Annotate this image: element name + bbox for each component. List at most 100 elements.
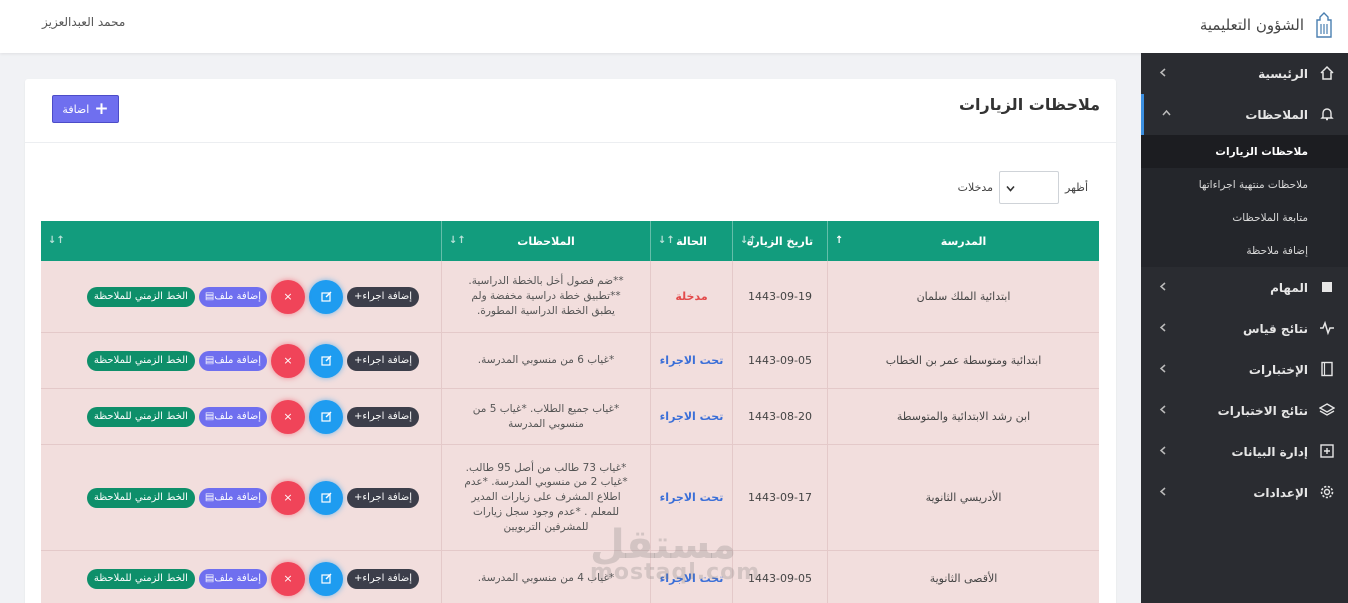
close-icon: × bbox=[283, 289, 293, 303]
sidebar-item-exam-results[interactable]: نتائج الاختبارات bbox=[1141, 390, 1348, 431]
add-file-button[interactable]: إضافة ملف ▤ bbox=[198, 286, 268, 307]
home-icon bbox=[1320, 65, 1334, 80]
close-icon: × bbox=[283, 353, 293, 367]
user-name[interactable]: محمد العبدالعزيز bbox=[42, 15, 125, 29]
visit-notes-card: ملاحظات الزيارات + اضافة أظهر مدخلات الم… bbox=[25, 79, 1116, 603]
sidebar-item-label: المهام bbox=[1270, 280, 1308, 295]
cell-actions: إضافة اجراء+ × إضافة ملف ▤ الخط الزمني لل… bbox=[41, 551, 441, 603]
column-header-actions[interactable]: ↑↓ bbox=[41, 221, 441, 261]
edit-button[interactable] bbox=[309, 279, 344, 314]
notes-table: المدرسة ↑ تاريخ الزيارة ↑↓ الحالة ↑↓ الملاح… bbox=[41, 221, 1099, 603]
add-file-button[interactable]: إضافة ملف ▤ bbox=[198, 487, 268, 508]
add-action-button[interactable]: إضافة اجراء+ bbox=[347, 286, 419, 307]
delete-button[interactable]: × bbox=[271, 279, 306, 314]
plus-icon: + bbox=[94, 98, 109, 119]
cell-date: 1443-09-17 bbox=[732, 445, 827, 550]
chevron-left-icon bbox=[1159, 446, 1166, 455]
add-action-button[interactable]: إضافة اجراء+ bbox=[347, 350, 419, 371]
add-button-label: اضافة bbox=[62, 102, 90, 116]
cell-school: ابن رشد الابتدائية والمتوسطة bbox=[827, 389, 1099, 444]
close-icon: × bbox=[283, 490, 293, 504]
close-icon: × bbox=[283, 409, 293, 423]
add-action-button[interactable]: إضافة اجراء+ bbox=[347, 406, 419, 427]
book-icon bbox=[1321, 361, 1333, 377]
table-header: المدرسة ↑ تاريخ الزيارة ↑↓ الحالة ↑↓ الملاح… bbox=[41, 221, 1099, 261]
close-icon: × bbox=[283, 571, 293, 585]
cell-actions: إضافة اجراء+ × إضافة ملف ▤ الخط الزمني لل… bbox=[41, 389, 441, 444]
add-file-button[interactable]: إضافة ملف ▤ bbox=[198, 350, 268, 371]
card-header: ملاحظات الزيارات + اضافة bbox=[25, 79, 1116, 143]
delete-button[interactable]: × bbox=[271, 399, 306, 434]
sidebar: الرئيسية الملاحظات ملاحظات الزيارات ملاح… bbox=[1141, 53, 1348, 603]
column-header-label: المدرسة bbox=[940, 234, 987, 248]
column-header-status[interactable]: الحالة ↑↓ bbox=[650, 221, 732, 261]
column-header-notes[interactable]: الملاحظات ↑↓ bbox=[441, 221, 650, 261]
add-action-button[interactable]: إضافة اجراء+ bbox=[347, 487, 419, 508]
sidebar-item-exams[interactable]: الإختبارات bbox=[1141, 349, 1348, 390]
cell-school: الأدريسي الثانوية bbox=[827, 445, 1099, 550]
watermark-url: mostaql.com bbox=[590, 560, 761, 585]
sidebar-subitem-follow-notes[interactable]: متابعة الملاحظات bbox=[1141, 201, 1348, 234]
file-icon: ▤ bbox=[204, 354, 215, 366]
status-badge: مدخلة bbox=[650, 261, 732, 332]
sort-asc-icon: ↑ bbox=[835, 235, 844, 246]
file-icon: ▤ bbox=[204, 410, 215, 422]
sidebar-item-settings[interactable]: الإعدادات bbox=[1141, 472, 1348, 513]
add-file-label: إضافة ملف bbox=[214, 290, 262, 302]
edit-button[interactable] bbox=[309, 480, 344, 515]
delete-button[interactable]: × bbox=[271, 561, 306, 596]
cell-actions: إضافة اجراء+ × إضافة ملف ▤ الخط الزمني لل… bbox=[41, 261, 441, 332]
chevron-left-icon bbox=[1159, 405, 1166, 414]
column-header-visit-date[interactable]: تاريخ الزيارة ↑↓ bbox=[732, 221, 827, 261]
sidebar-item-data-management[interactable]: إدارة البيانات bbox=[1141, 431, 1348, 472]
sidebar-item-tasks[interactable]: المهام bbox=[1141, 267, 1348, 308]
edit-button[interactable] bbox=[309, 343, 344, 378]
cell-actions: إضافة اجراء+ × إضافة ملف ▤ الخط الزمني لل… bbox=[41, 333, 441, 388]
sidebar-subitem-visit-notes[interactable]: ملاحظات الزيارات bbox=[1141, 135, 1348, 168]
sidebar-subitem-add-note[interactable]: إضافة ملاحظة bbox=[1141, 234, 1348, 267]
add-action-button[interactable]: إضافة اجراء+ bbox=[347, 568, 419, 589]
table-row: ابن رشد الابتدائية والمتوسطة 1443-08-20 … bbox=[41, 389, 1099, 445]
sort-icon: ↑↓ bbox=[658, 235, 675, 246]
delete-button[interactable]: × bbox=[271, 480, 306, 515]
brand[interactable]: الشؤون التعليمية bbox=[1200, 12, 1334, 38]
table-row: الأدريسي الثانوية 1443-09-17 تحت الاجراء… bbox=[41, 445, 1099, 551]
cell-notes: **ضم فصول أخل بالخطة الدراسية. **تطبيق خ… bbox=[441, 261, 650, 332]
timeline-button[interactable]: الخط الزمني للملاحظة bbox=[86, 487, 195, 508]
add-file-button[interactable]: إضافة ملف ▤ bbox=[198, 406, 268, 427]
edit-icon bbox=[320, 355, 332, 366]
plus-square-icon bbox=[1320, 444, 1334, 458]
table-row: ابتدائية ومتوسطة عمر بن الخطاب 1443-09-0… bbox=[41, 333, 1099, 389]
sidebar-item-label: إدارة البيانات bbox=[1231, 444, 1308, 459]
sidebar-item-notes[interactable]: الملاحظات bbox=[1141, 94, 1348, 135]
entries-label: مدخلات bbox=[957, 181, 994, 194]
add-file-label: إضافة ملف bbox=[214, 410, 262, 422]
chevron-left-icon bbox=[1159, 364, 1166, 373]
timeline-button[interactable]: الخط الزمني للملاحظة bbox=[86, 406, 195, 427]
add-button[interactable]: + اضافة bbox=[52, 95, 119, 123]
edit-button[interactable] bbox=[309, 561, 344, 596]
sidebar-subitem-completed-notes[interactable]: ملاحظات منتهية اجراءاتها bbox=[1141, 168, 1348, 201]
column-header-label: الملاحظات bbox=[517, 234, 575, 248]
chevron-left-icon bbox=[1159, 487, 1166, 496]
sidebar-item-qiyas-results[interactable]: نتائج قياس bbox=[1141, 308, 1348, 349]
cell-actions: إضافة اجراء+ × إضافة ملف ▤ الخط الزمني لل… bbox=[41, 445, 441, 550]
column-header-school[interactable]: المدرسة ↑ bbox=[827, 221, 1099, 261]
chevron-left-icon bbox=[1159, 282, 1166, 291]
watermark: مستقل mostaql.com bbox=[590, 522, 759, 585]
sidebar-item-label: الرئيسية bbox=[1258, 66, 1308, 81]
timeline-button[interactable]: الخط الزمني للملاحظة bbox=[86, 350, 195, 371]
timeline-button[interactable]: الخط الزمني للملاحظة bbox=[86, 568, 195, 589]
column-header-label: الحالة bbox=[676, 234, 707, 248]
edit-button[interactable] bbox=[309, 399, 344, 434]
entries-select[interactable] bbox=[999, 171, 1060, 204]
delete-button[interactable]: × bbox=[271, 343, 306, 378]
cell-date: 1443-09-05 bbox=[732, 333, 827, 388]
add-file-button[interactable]: إضافة ملف ▤ bbox=[198, 568, 268, 589]
file-icon: ▤ bbox=[204, 290, 215, 302]
status-badge: تحت الاجراء bbox=[650, 333, 732, 388]
edit-icon bbox=[320, 291, 332, 302]
sidebar-item-home[interactable]: الرئيسية bbox=[1141, 53, 1348, 94]
timeline-button[interactable]: الخط الزمني للملاحظة bbox=[86, 286, 195, 307]
sidebar-item-label: الإعدادات bbox=[1253, 485, 1308, 500]
